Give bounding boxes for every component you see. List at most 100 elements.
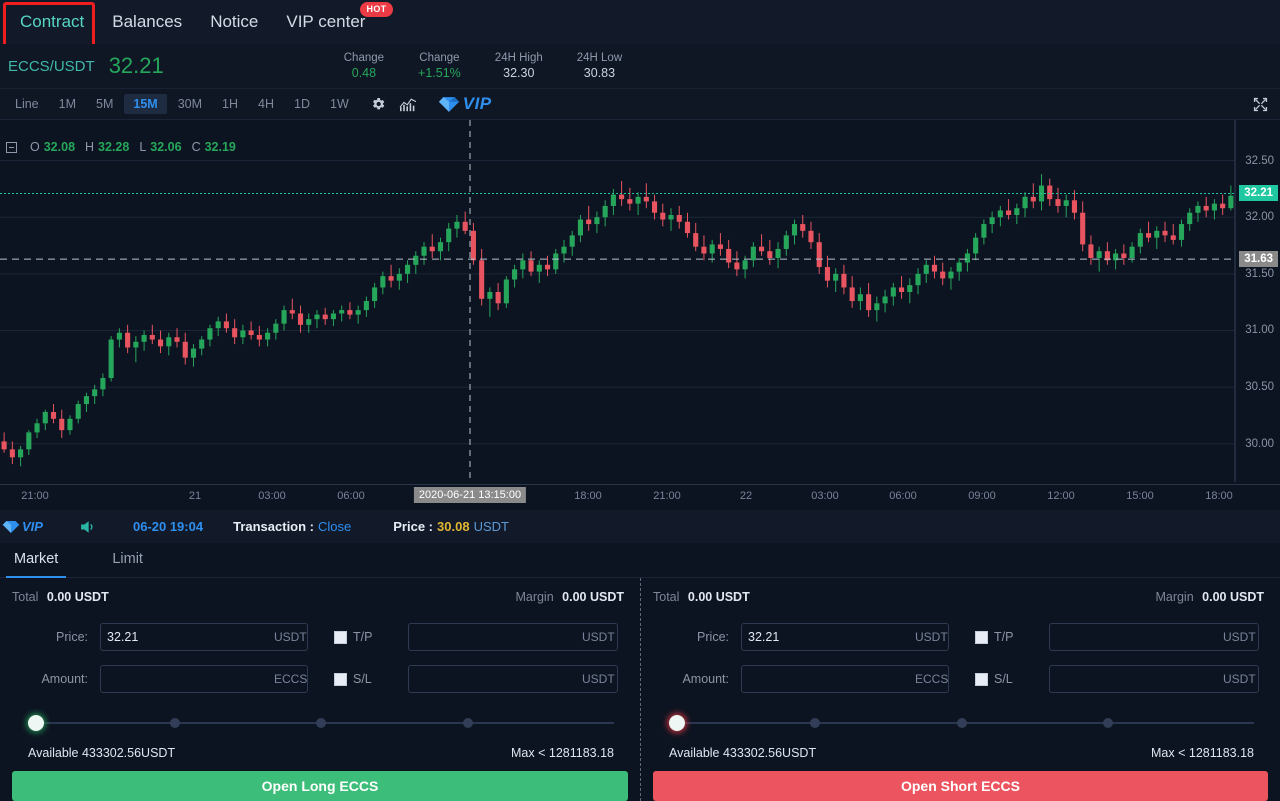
long-sl-input-wrap[interactable]: USDT	[408, 665, 618, 693]
time-tick: 12:00	[1047, 490, 1075, 502]
short-slider-step-50[interactable]	[956, 718, 967, 728]
stat-value: 32.30	[503, 66, 535, 80]
order-panels: Total 0.00 USDT Margin 0.00 USDT Price: …	[0, 578, 1280, 801]
nav-item-label: VIP center	[286, 12, 366, 31]
nav-item-label: Contract	[20, 12, 85, 31]
short-tp-toggle[interactable]: T/P	[975, 630, 1033, 644]
gear-icon[interactable]	[370, 96, 386, 112]
open-long-button[interactable]: Open Long ECCS	[12, 771, 628, 801]
long-sl-input[interactable]	[409, 666, 582, 692]
short-tp-input-wrap[interactable]: USDT	[1049, 623, 1259, 651]
price-tick: 31.00	[1245, 324, 1274, 337]
short-tp-unit: USDT	[1223, 630, 1256, 644]
long-sl-toggle[interactable]: S/L	[334, 672, 392, 686]
price-tick: 30.00	[1245, 437, 1274, 450]
collapse-icon[interactable]	[6, 141, 17, 153]
ohlc-low-value: 32.06	[150, 140, 182, 154]
long-amount-input-wrap[interactable]: ECCS	[100, 665, 308, 693]
short-sl-input-wrap[interactable]: USDT	[1049, 665, 1259, 693]
long-tp-input-wrap[interactable]: USDT	[408, 623, 618, 651]
long-price-label: Price:	[56, 630, 88, 644]
long-sl-checkbox[interactable]	[334, 672, 347, 686]
time-tick: 06:00	[337, 490, 365, 502]
long-tp-checkbox[interactable]	[334, 630, 347, 644]
short-amount-input[interactable]	[742, 666, 915, 692]
timeframe-5m[interactable]: 5M	[87, 94, 122, 114]
long-slider-step-25[interactable]	[169, 718, 180, 728]
short-slider-step-75[interactable]	[1102, 718, 1113, 728]
notice-price-unit: USDT	[473, 519, 509, 534]
long-amount-slider[interactable]	[28, 714, 614, 732]
long-slider-step-50[interactable]	[316, 718, 326, 728]
ohlc-open-value: 32.08	[43, 140, 76, 154]
short-tp-checkbox[interactable]	[975, 630, 988, 644]
long-slider-step-75[interactable]	[462, 718, 473, 728]
long-margin-label: Margin	[515, 590, 554, 604]
short-tp-label: T/P	[994, 630, 1014, 644]
timeframe-line[interactable]: Line	[6, 94, 48, 114]
time-tick: 15:00	[1126, 490, 1154, 502]
ohlc-close-value: 32.19	[204, 140, 236, 154]
nav-item-vip-center[interactable]: VIP center HOT	[272, 0, 394, 44]
price-chart[interactable]: O 32.08 H 32.28 L 32.06 C 32.19 32.50 32.…	[0, 120, 1280, 510]
short-amount-slider[interactable]	[669, 714, 1254, 732]
short-total-value: 0.00 USDT	[687, 590, 750, 604]
fullscreen-icon[interactable]	[1248, 93, 1272, 115]
timeframe-1h[interactable]: 1H	[213, 94, 247, 114]
nav-item-label: Balances	[112, 12, 183, 31]
indicators-icon[interactable]	[398, 96, 418, 112]
short-slider-handle[interactable]	[669, 715, 685, 731]
short-sl-checkbox[interactable]	[975, 672, 988, 686]
ohlc-legend: O 32.08 H 32.28 L 32.06 C 32.19	[6, 140, 236, 154]
nav-item-notice[interactable]: Notice	[196, 0, 272, 44]
speaker-icon[interactable]	[79, 519, 97, 535]
long-tp-unit: USDT	[582, 630, 615, 644]
tab-limit[interactable]: Limit	[104, 543, 151, 578]
long-price-input-wrap[interactable]: USDT	[100, 623, 308, 651]
short-sl-toggle[interactable]: S/L	[975, 672, 1033, 686]
short-price-input-wrap[interactable]: USDT	[741, 623, 949, 651]
long-tp-toggle[interactable]: T/P	[334, 630, 392, 644]
long-amount-label: Amount:	[41, 672, 88, 686]
tab-market[interactable]: Market	[6, 543, 67, 578]
short-margin-value: 0.00 USDT	[1202, 590, 1264, 604]
ticker-bar: ECCS/USDT 32.21 Change 0.48 Change +1.51…	[0, 44, 1280, 89]
long-amount-input[interactable]	[101, 666, 274, 692]
open-short-button[interactable]: Open Short ECCS	[653, 771, 1268, 801]
long-margin-value: 0.00 USDT	[562, 590, 624, 604]
long-slider-handle[interactable]	[28, 715, 44, 731]
stat-value: 30.83	[583, 66, 616, 80]
short-slider-step-25[interactable]	[810, 718, 821, 728]
short-tp-input[interactable]	[1050, 624, 1223, 650]
timeframe-1m[interactable]: 1M	[50, 94, 85, 114]
current-price-tag: 32.21	[1239, 185, 1278, 202]
long-tp-input[interactable]	[409, 624, 582, 650]
trading-page: Contract Balances Notice VIP center HOT …	[0, 0, 1280, 801]
timeframe-1w[interactable]: 1W	[321, 94, 358, 114]
long-price-input[interactable]	[101, 624, 274, 650]
timeframe-30m[interactable]: 30M	[169, 94, 211, 114]
short-price-unit: USDT	[915, 630, 948, 644]
short-sl-input[interactable]	[1050, 666, 1223, 692]
notice-vip-label: VIP	[22, 519, 43, 534]
timeframe-1d[interactable]: 1D	[285, 94, 319, 114]
vip-logo[interactable]: VIP	[438, 94, 492, 114]
stat-24h-low: 24H Low 30.83	[577, 52, 622, 80]
nav-item-balances[interactable]: Balances	[98, 0, 196, 44]
crosshair-price-tag: 31.63	[1239, 251, 1278, 268]
long-amount-row: Amount: ECCS S/L USDT	[12, 658, 628, 700]
price-tick: 31.50	[1245, 267, 1274, 280]
nav-item-contract[interactable]: Contract	[6, 0, 98, 44]
crosshair-time-label: 2020-06-21 13:15:00	[413, 487, 527, 503]
timeframe-4h[interactable]: 4H	[249, 94, 283, 114]
short-price-input[interactable]	[742, 624, 915, 650]
time-tick: 03:00	[258, 490, 286, 502]
stat-value: 0.48	[351, 66, 377, 80]
notice-price-label: Price :	[393, 519, 434, 534]
stat-label: Change	[419, 52, 460, 64]
short-amount-input-wrap[interactable]: ECCS	[741, 665, 949, 693]
time-tick: 21:00	[21, 490, 49, 502]
notice-bar: VIP 06-20 19:04 Transaction : Close Pric…	[0, 510, 1280, 543]
timeframe-15m[interactable]: 15M	[124, 94, 167, 114]
notice-vip-logo[interactable]: VIP	[2, 519, 43, 534]
